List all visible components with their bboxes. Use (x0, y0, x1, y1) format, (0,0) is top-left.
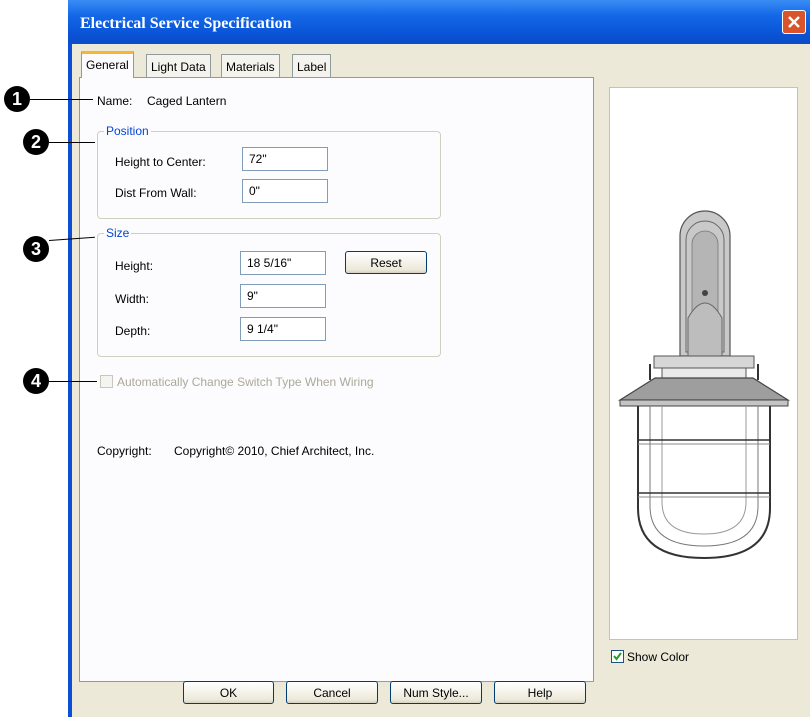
tab-general-label: General (86, 58, 129, 72)
tab-label-label: Label (297, 60, 327, 74)
callout-2-line (49, 142, 95, 143)
show-color-checkbox[interactable] (611, 650, 624, 663)
size-legend: Size (104, 226, 132, 240)
ok-button[interactable]: OK (183, 681, 274, 704)
position-legend: Position (104, 124, 151, 138)
size-width-input[interactable]: 9" (240, 284, 326, 308)
tab-materials[interactable]: Materials (221, 54, 280, 77)
position-group (97, 131, 441, 219)
size-height-label: Height: (115, 259, 154, 273)
name-value: Caged Lantern (147, 94, 227, 108)
tab-general[interactable]: General (81, 51, 134, 78)
size-height-input[interactable]: 18 5/16" (240, 251, 326, 275)
auto-switch-label: Automatically Change Switch Type When Wi… (117, 375, 374, 389)
cancel-button[interactable]: Cancel (286, 681, 378, 704)
help-button[interactable]: Help (494, 681, 586, 704)
height-to-center-label: Height to Center: (115, 155, 206, 169)
callout-3: 3 (23, 236, 49, 262)
checkmark-icon (613, 652, 622, 661)
close-button[interactable] (782, 10, 806, 34)
num-style-button[interactable]: Num Style... (390, 681, 482, 704)
auto-switch-checkbox[interactable] (100, 375, 113, 388)
callout-1-line (30, 99, 93, 100)
tab-light-data[interactable]: Light Data (146, 54, 211, 77)
size-depth-label: Depth: (115, 324, 151, 338)
tab-light-data-label: Light Data (151, 60, 206, 74)
size-width-label: Width: (115, 292, 150, 306)
copyright-value: Copyright© 2010, Chief Architect, Inc. (174, 444, 375, 458)
tab-label[interactable]: Label (292, 54, 332, 77)
size-depth-input[interactable]: 9 1/4" (240, 317, 326, 341)
tab-materials-label: Materials (226, 60, 275, 74)
close-icon (788, 16, 800, 28)
preview-panel[interactable] (609, 87, 798, 640)
height-to-center-input[interactable]: 72" (242, 147, 328, 171)
copyright-label: Copyright: (97, 444, 152, 458)
dist-from-wall-input[interactable]: 0" (242, 179, 328, 203)
callout-2: 2 (23, 129, 49, 155)
callout-1: 1 (4, 86, 30, 112)
caged-lantern-image (617, 210, 791, 560)
window-title: Electrical Service Specification (80, 15, 292, 32)
dist-from-wall-label: Dist From Wall: (115, 186, 197, 200)
callout-4: 4 (23, 368, 49, 394)
name-label: Name: (97, 94, 133, 108)
reset-button[interactable]: Reset (345, 251, 427, 274)
show-color-label: Show Color (627, 650, 690, 664)
callout-4-line (49, 381, 97, 382)
